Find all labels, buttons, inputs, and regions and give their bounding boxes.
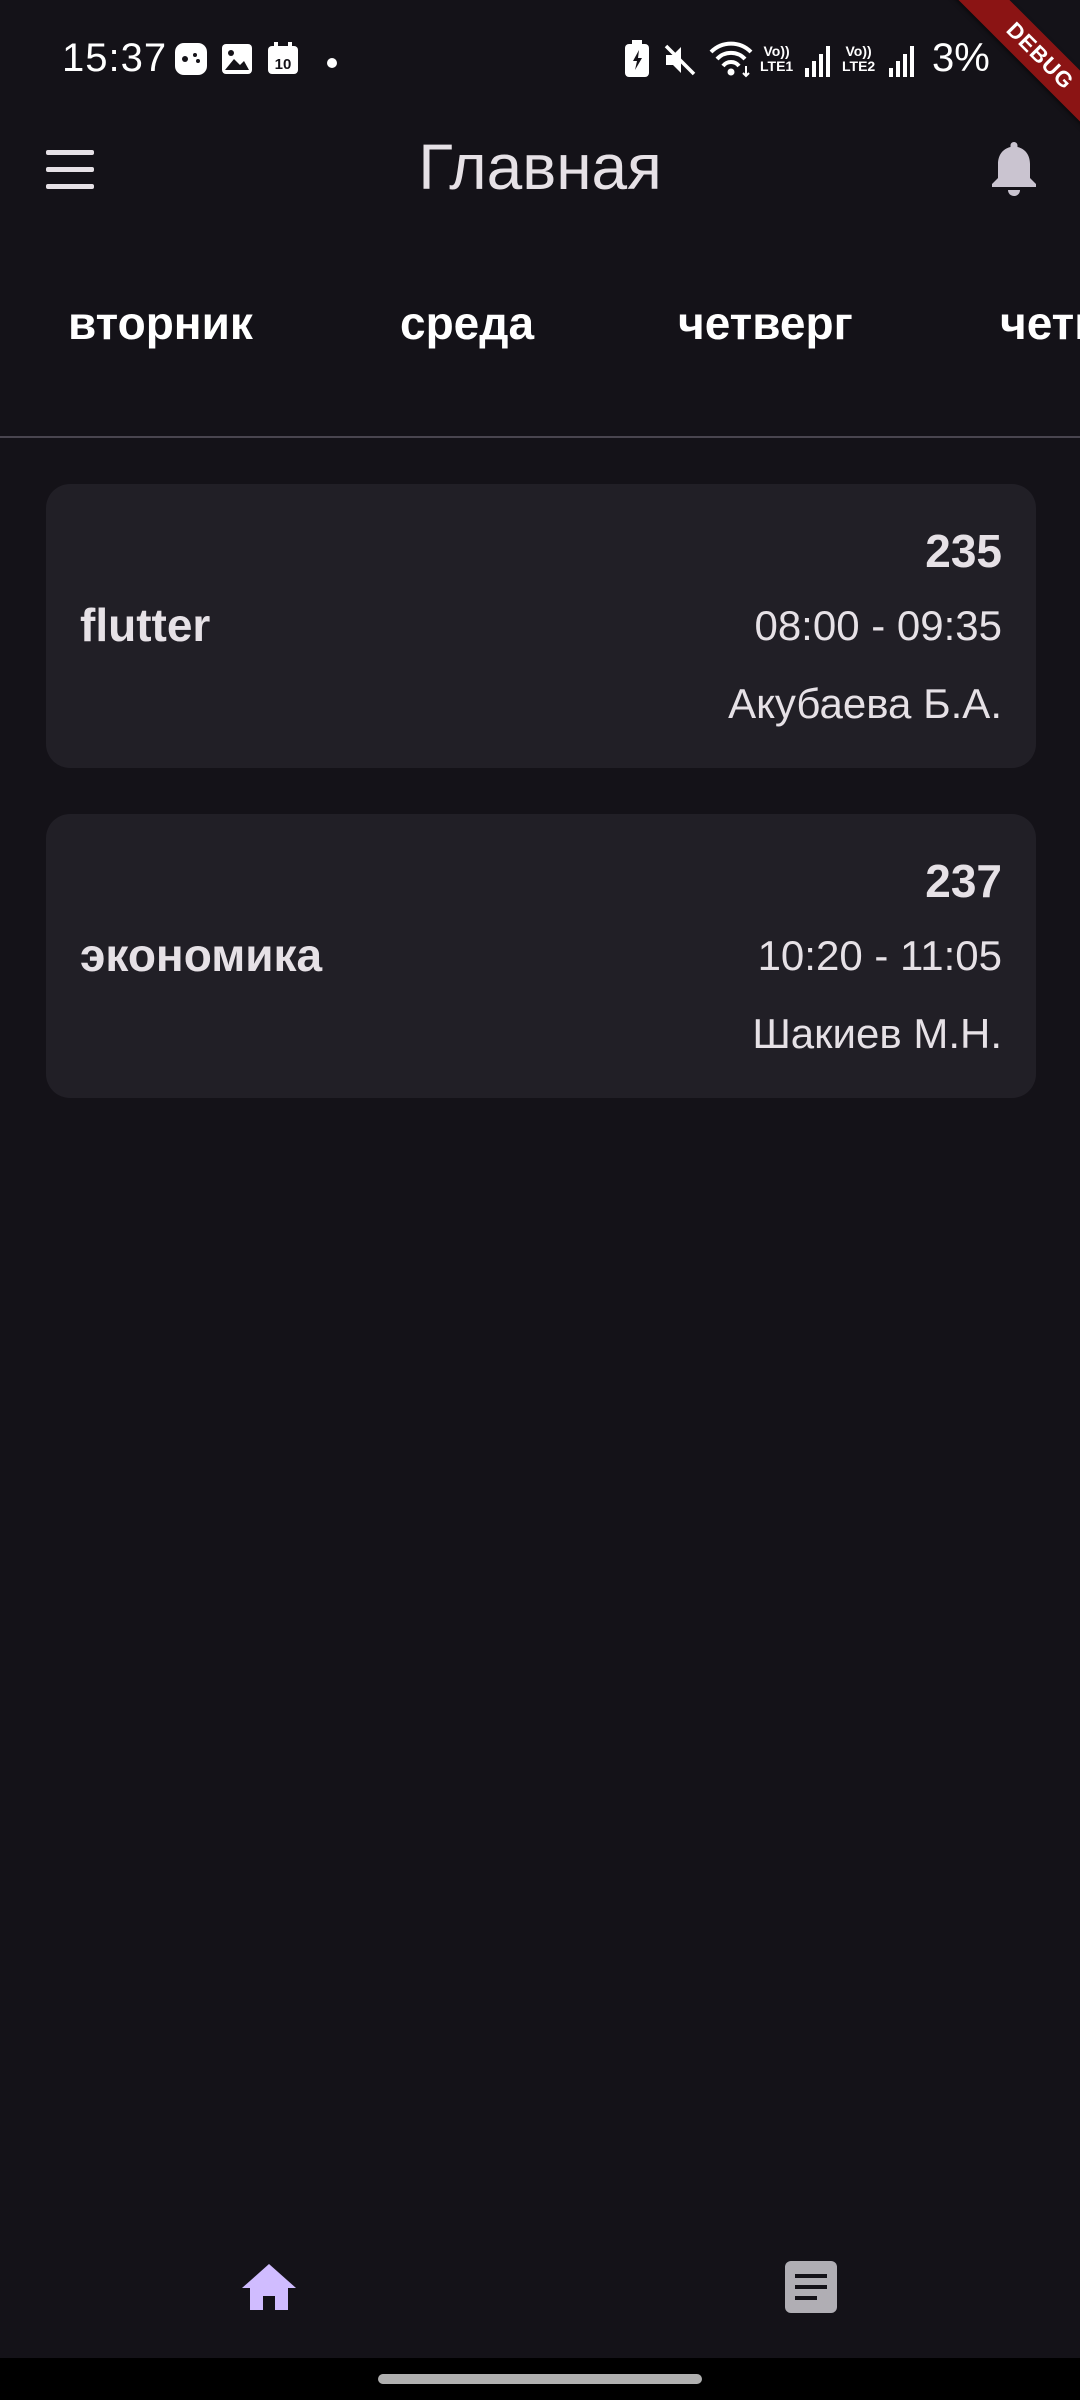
nav-schedule[interactable]	[776, 2252, 846, 2322]
days-tab-bar: вторник среда четверг четверг	[0, 280, 1080, 380]
status-time: 15:37	[62, 36, 168, 80]
calendar-day: 10	[275, 56, 292, 73]
lesson-name: flutter	[80, 599, 211, 651]
lesson-teacher: Акубаева Б.А.	[728, 680, 1002, 727]
battery-saver-icon	[624, 40, 650, 83]
nav-home[interactable]	[234, 2252, 304, 2322]
lesson-name: экономика	[80, 929, 323, 981]
lesson-card[interactable]: экономика 237 10:20 - 11:05 Шакиев М.Н.	[46, 814, 1036, 1098]
battery-percentage: 3%	[932, 36, 990, 80]
game-controller-icon	[174, 42, 208, 81]
lesson-teacher: Шакиев М.Н.	[752, 1010, 1002, 1057]
system-gesture-area	[0, 2358, 1080, 2400]
sim2-network-label: Vo)) LTE2	[842, 43, 876, 74]
lesson-card[interactable]: flutter 235 08:00 - 09:35 Акубаева Б.А.	[46, 484, 1036, 768]
tab-day-3[interactable]: четверг	[678, 296, 853, 350]
wifi-icon	[708, 40, 754, 83]
article-icon	[785, 2261, 837, 2313]
calendar-icon: 10	[266, 42, 300, 81]
tabs-divider	[0, 436, 1080, 438]
sim2-signal-icon	[888, 44, 916, 83]
lesson-time: 08:00 - 09:35	[754, 602, 1002, 649]
lesson-room: 237	[925, 855, 1002, 907]
gesture-handle[interactable]	[378, 2374, 702, 2384]
status-bar: 15:37 10 Vo)) LTE1 Vo)) LTE2 3%	[0, 0, 1080, 120]
sim1-network-label: Vo)) LTE1	[760, 43, 794, 74]
tab-day-2[interactable]: среда	[400, 296, 534, 350]
app-bar: Главная	[0, 120, 1080, 218]
bell-icon	[992, 142, 1036, 196]
mute-icon	[662, 42, 698, 83]
bottom-navigation	[0, 2218, 1080, 2358]
home-icon	[242, 2264, 296, 2310]
app-screen: 15:37 10 Vo)) LTE1 Vo)) LTE2 3% DEBUG Гл…	[0, 0, 1080, 2358]
sim1-signal-icon	[804, 44, 832, 83]
page-title: Главная	[418, 131, 662, 203]
more-notifications-dot-icon	[326, 56, 338, 74]
tab-day-4[interactable]: четверг	[1000, 296, 1080, 350]
tab-day-1[interactable]: вторник	[68, 296, 253, 350]
gallery-icon	[220, 42, 254, 81]
lesson-time: 10:20 - 11:05	[757, 932, 1002, 979]
lesson-room: 235	[925, 525, 1002, 577]
notifications-button[interactable]	[982, 136, 1046, 200]
